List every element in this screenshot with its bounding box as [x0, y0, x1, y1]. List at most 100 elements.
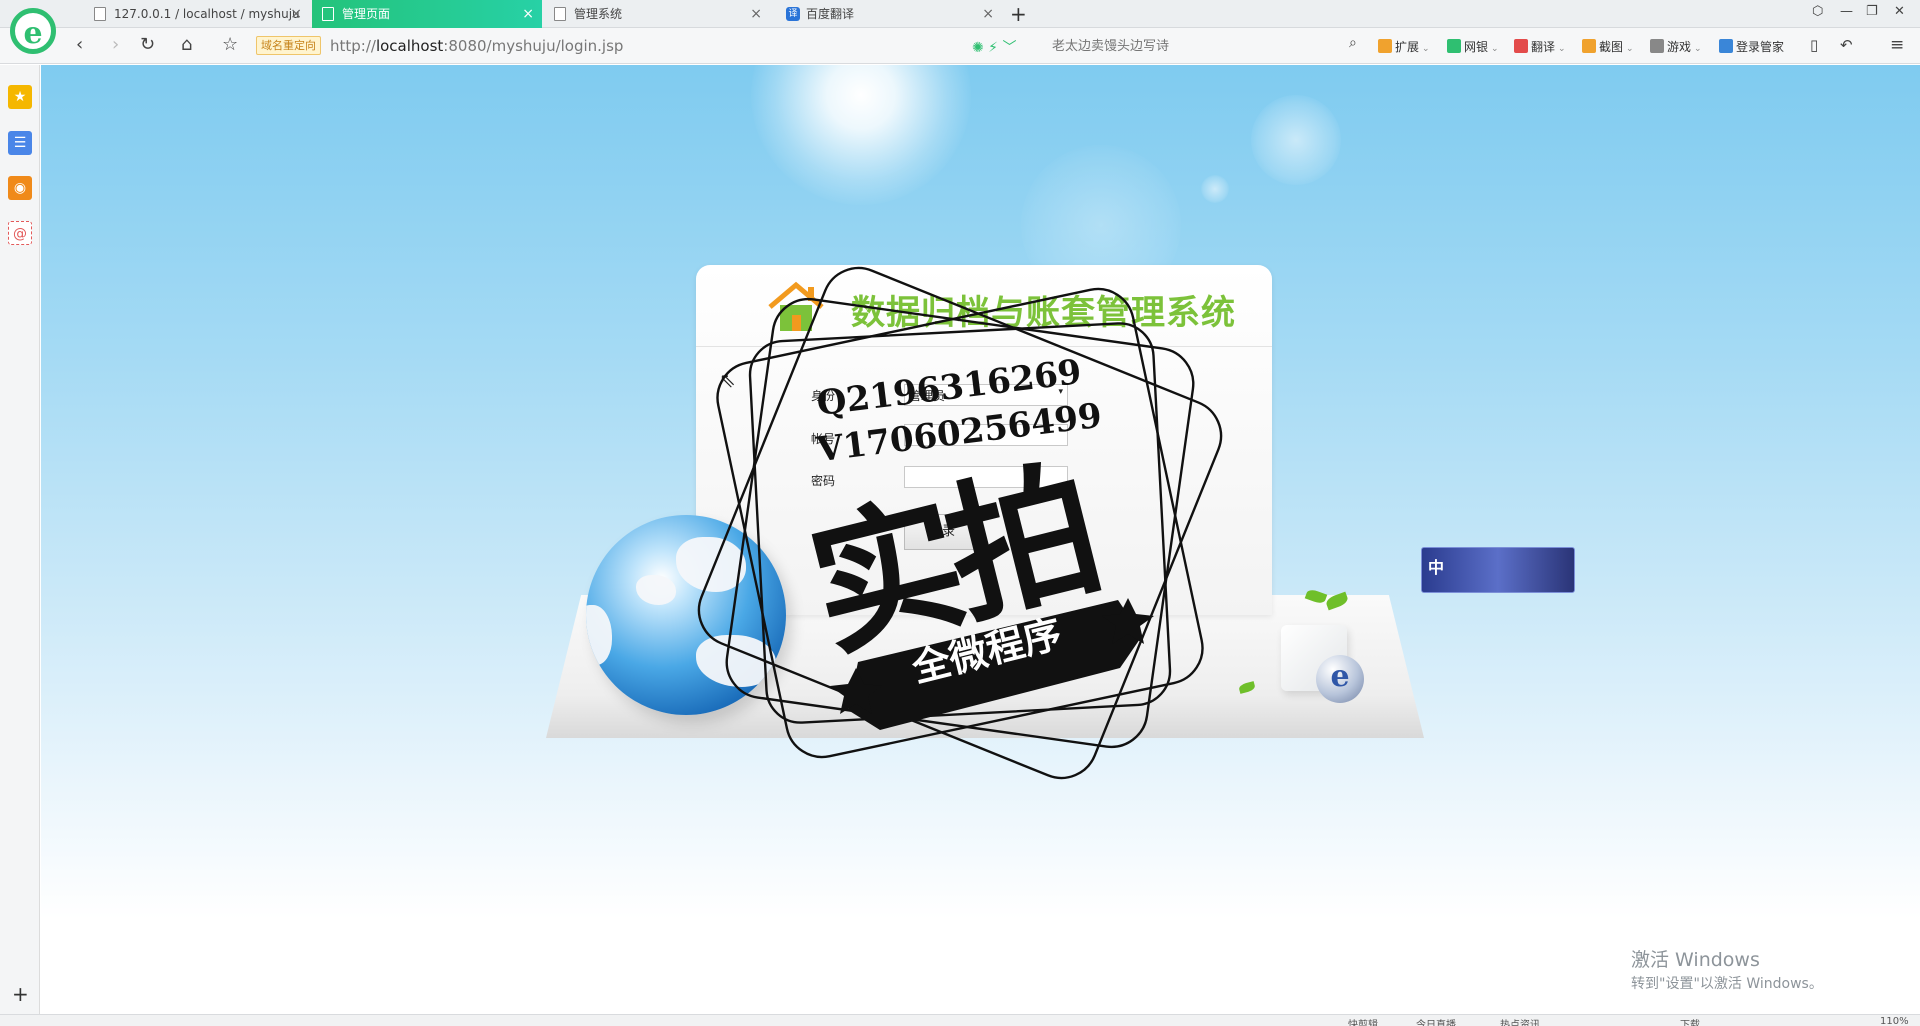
minimize-button[interactable]: —: [1840, 4, 1853, 19]
baidu-translate-icon: 译: [786, 7, 800, 21]
windows-activation-title: 激活 Windows: [1631, 949, 1760, 971]
menu-icon[interactable]: ≡: [1890, 34, 1904, 56]
translate-icon: [1514, 39, 1528, 53]
address-bar[interactable]: http://localhost:8080/myshuju/login.jsp: [330, 37, 623, 55]
ime-chinese-label: 中: [1428, 558, 1445, 577]
page-icon: [94, 7, 106, 21]
skin-icon[interactable]: ⬡: [1812, 4, 1823, 19]
login-page: 数据归档与账套管理系统 身份 管理员 ▾ 帐号 密码 登录 e 中 激活 Win…: [41, 65, 1920, 1014]
tab-phpmyadmin[interactable]: 127.0.0.1 / localhost / myshuju ×: [84, 0, 310, 28]
login-manager-icon: [1719, 39, 1733, 53]
extensions-label: 扩展: [1395, 40, 1420, 54]
role-select-value: 管理员: [909, 389, 946, 403]
undo-close-icon[interactable]: ↶: [1840, 34, 1853, 56]
status-download[interactable]: 下载: [1680, 1016, 1700, 1026]
close-window-button[interactable]: ✕: [1894, 4, 1905, 19]
new-tab-button[interactable]: +: [1010, 2, 1027, 26]
chevron-down-icon: ⌄: [1626, 44, 1634, 54]
tab-title: 127.0.0.1 / localhost / myshuju: [114, 7, 300, 21]
reader-icon[interactable]: ☰: [8, 131, 32, 155]
page-icon: [322, 7, 334, 21]
tab-strip: 127.0.0.1 / localhost / myshuju × 管理页面 ×…: [0, 0, 1920, 28]
chevron-down-icon: ⌄: [1422, 44, 1430, 54]
globe-image: [586, 515, 786, 715]
tab-baidu-translate[interactable]: 译 百度翻译 ×: [776, 0, 1002, 28]
online-banking-menu[interactable]: 网银 ⌄: [1447, 38, 1499, 55]
sun-glow: [751, 65, 971, 205]
tab-title: 管理系统: [574, 7, 623, 21]
forward-button[interactable]: ›: [112, 34, 119, 56]
sidebar-toggle-icon[interactable]: ▯: [1810, 34, 1818, 56]
login-manager-button[interactable]: 登录管家: [1719, 38, 1784, 55]
mail-icon[interactable]: @: [8, 221, 32, 245]
search-input[interactable]: [1050, 34, 1350, 58]
continent-asia: [676, 537, 746, 592]
tab-management-page[interactable]: 管理页面 ×: [312, 0, 542, 28]
page-icon: [554, 7, 566, 21]
games-menu[interactable]: 游戏 ⌄: [1650, 38, 1702, 55]
continent-australia: [696, 635, 776, 687]
login-manager-label: 登录管家: [1736, 40, 1785, 54]
password-label: 密码: [811, 474, 836, 488]
continent-africa: [586, 605, 612, 665]
games-label: 游戏: [1667, 40, 1692, 54]
url-host: localhost: [375, 37, 444, 55]
login-button[interactable]: 登录: [904, 514, 980, 550]
password-input[interactable]: [904, 466, 1068, 488]
continent-islands: [636, 575, 676, 605]
url-prefix: http://: [330, 37, 376, 55]
status-zoom[interactable]: 110%: [1880, 1016, 1909, 1026]
reload-button[interactable]: ↻: [140, 34, 155, 56]
screenshot-menu[interactable]: 截图 ⌄: [1582, 38, 1634, 55]
translate-label: 翻译: [1531, 40, 1556, 54]
close-icon[interactable]: ×: [522, 0, 534, 28]
left-sidebar: ★ ☰ ◉ @ +: [0, 65, 40, 1014]
logo-glyph: e: [23, 16, 43, 51]
account-input[interactable]: [904, 424, 1068, 446]
ie-glyph: e: [1330, 659, 1350, 694]
windows-activation-subtitle: 转到"设置"以激活 Windows。: [1631, 976, 1823, 992]
games-icon: [1650, 39, 1664, 53]
search-icon[interactable]: ⌕: [1349, 35, 1357, 51]
lens-flare: [1201, 175, 1229, 203]
sidebar-add-button[interactable]: +: [12, 982, 29, 1006]
extensions-menu[interactable]: 扩展 ⌄: [1378, 38, 1430, 55]
login-panel: 数据归档与账套管理系统 身份 管理员 ▾ 帐号 密码 登录: [696, 265, 1272, 615]
weibo-icon[interactable]: ◉: [8, 176, 32, 200]
lens-flare: [1251, 95, 1341, 185]
chevron-down-icon: ⌄: [1694, 44, 1702, 54]
home-button[interactable]: ⌂: [181, 34, 192, 56]
close-icon[interactable]: ×: [982, 0, 994, 28]
status-bar: 快剪辑 今日直播 热点资讯 下载 110%: [0, 1014, 1920, 1026]
restore-button[interactable]: ❐: [1866, 4, 1878, 19]
ime-status-widget[interactable]: 中: [1421, 547, 1575, 593]
security-status-icons[interactable]: ✺ ⚡ ﹀: [972, 37, 1016, 57]
chevron-down-icon: ⌄: [1491, 44, 1499, 54]
chevron-down-icon: ⌄: [1558, 44, 1566, 54]
favorite-star-icon[interactable]: ☆: [222, 34, 238, 56]
back-button[interactable]: ‹: [76, 34, 83, 56]
browser-logo-icon[interactable]: e: [10, 8, 56, 54]
status-quick-edit[interactable]: 快剪辑: [1348, 1016, 1378, 1026]
domain-redirect-badge[interactable]: 域名重定向: [256, 36, 321, 55]
role-select[interactable]: 管理员 ▾: [904, 384, 1068, 406]
system-title: 数据归档与账套管理系统: [851, 293, 1236, 333]
favorites-icon[interactable]: ★: [8, 85, 32, 109]
mouse-cursor-icon: ⇖: [719, 368, 736, 392]
role-label: 身份: [811, 389, 836, 403]
status-news[interactable]: 热点资讯: [1500, 1016, 1540, 1026]
close-icon[interactable]: ×: [750, 0, 762, 28]
banking-icon: [1447, 39, 1461, 53]
ie-ball-icon: e: [1316, 655, 1364, 703]
extensions-icon: [1378, 39, 1392, 53]
house-logo-icon: [768, 281, 824, 331]
status-live[interactable]: 今日直播: [1416, 1016, 1456, 1026]
tab-title: 管理页面: [342, 7, 391, 21]
panel-header: 数据归档与账套管理系统: [696, 265, 1272, 347]
close-icon[interactable]: ×: [290, 0, 302, 28]
chevron-down-icon: ▾: [1058, 387, 1063, 397]
tab-management-system[interactable]: 管理系统 ×: [544, 0, 770, 28]
address-toolbar: ‹ › ↻ ⌂ ☆ 域名重定向 http://localhost:8080/my…: [0, 28, 1920, 64]
translate-menu[interactable]: 翻译 ⌄: [1514, 38, 1566, 55]
url-path: :8080/myshuju/login.jsp: [443, 37, 624, 55]
